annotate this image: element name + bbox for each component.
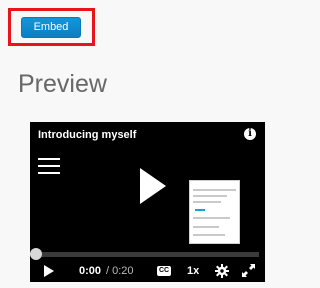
info-icon[interactable]: i [244,128,256,140]
control-bar: 0:00 / 0:20 CC 1x [30,260,265,282]
preview-heading: Preview [18,70,107,98]
closed-captions-icon[interactable]: CC [157,266,171,276]
video-thumbnail [189,180,240,244]
embed-button[interactable]: Embed [21,17,81,38]
play-icon[interactable] [138,166,168,206]
video-title: Introducing myself [38,129,137,141]
page: Embed Preview Introducing myself i 0:00 … [0,0,270,288]
total-time: / 0:20 [106,265,134,277]
progress-track[interactable] [36,252,259,257]
progress-handle[interactable] [30,248,42,260]
playback-speed[interactable]: 1x [187,264,199,278]
play-button-icon[interactable] [44,265,54,277]
gear-icon[interactable] [215,264,229,278]
menu-icon[interactable] [38,158,60,175]
current-time: 0:00 [79,265,102,277]
video-player[interactable]: Introducing myself i 0:00 / 0:20 CC 1x [30,122,265,282]
fullscreen-icon[interactable] [242,264,255,277]
